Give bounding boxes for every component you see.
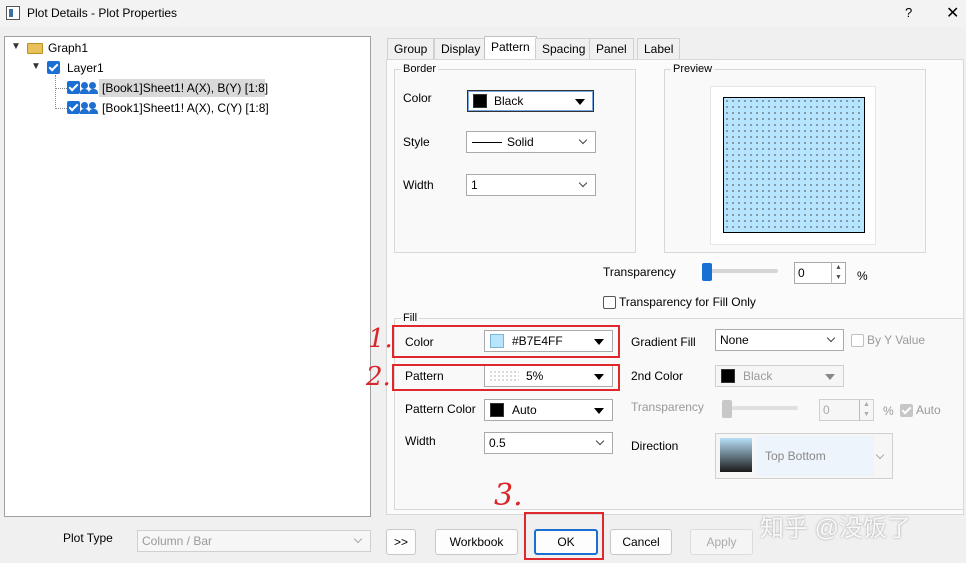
- window-icon: [6, 6, 20, 20]
- plot-group-icon: [80, 82, 99, 94]
- second-color-dropdown[interactable]: Black: [715, 365, 844, 387]
- spin-down-icon[interactable]: ▼: [859, 410, 873, 421]
- gradient-fill-dropdown[interactable]: None: [715, 329, 844, 351]
- tree-item-plot-2[interactable]: [Book1]Sheet1! A(X), C(Y) [1:8]: [102, 101, 269, 115]
- gradient-sample: [720, 438, 752, 472]
- preview-group-label: Preview: [671, 63, 715, 75]
- auto-label: Auto: [916, 403, 941, 417]
- plot-type-label: Plot Type: [63, 531, 113, 545]
- line-style-sample: [472, 142, 502, 143]
- annotation-3: 3.: [494, 478, 523, 513]
- border-color-label: Color: [403, 91, 432, 105]
- plot-checkbox-1[interactable]: [67, 81, 80, 94]
- border-width-dropdown[interactable]: 1: [466, 174, 596, 196]
- watermark: 知乎 @没饭了: [760, 515, 912, 542]
- fill-transparency-spinbox[interactable]: 0 ▲ ▼: [819, 399, 874, 421]
- dropdown-arrow-icon: [575, 99, 585, 105]
- transparency-label: Transparency: [603, 265, 676, 279]
- fill-transparency-slider-thumb[interactable]: [722, 400, 732, 418]
- border-group-label: Border: [401, 63, 439, 75]
- dropdown-arrow-icon: [594, 408, 604, 414]
- tab-panel[interactable]: Panel: [589, 38, 634, 59]
- border-color-dropdown[interactable]: Black: [467, 90, 594, 112]
- tab-label[interactable]: Label: [637, 38, 681, 59]
- apply-button[interactable]: Apply: [690, 529, 753, 555]
- chevron-down-icon[interactable]: ▼: [11, 41, 21, 52]
- help-icon[interactable]: ?: [905, 5, 912, 20]
- fill-only-checkbox[interactable]: [603, 296, 616, 309]
- fill-transparency-label: Transparency: [631, 400, 704, 414]
- ok-button[interactable]: OK: [534, 529, 598, 555]
- border-style-dropdown[interactable]: Solid: [466, 131, 596, 153]
- border-width-label: Width: [403, 178, 434, 192]
- tree-connector: [55, 88, 67, 89]
- plot-tree[interactable]: ▼ Graph1 ▼ Layer1 [Book1]Sheet1! A(X), B…: [4, 36, 371, 517]
- auto-checkbox[interactable]: [900, 404, 913, 417]
- fill-width-label: Width: [405, 434, 436, 448]
- direction-label: Direction: [631, 439, 679, 453]
- tab-display[interactable]: Display: [434, 38, 488, 59]
- tab-spacing[interactable]: Spacing: [535, 38, 593, 59]
- transparency-slider-thumb[interactable]: [702, 263, 712, 281]
- title-bar: Plot Details - Plot Properties ? ✕: [0, 0, 966, 27]
- cancel-button[interactable]: Cancel: [610, 529, 672, 555]
- dropdown-arrow-icon: [825, 374, 835, 380]
- second-color-swatch: [721, 369, 735, 383]
- expand-button[interactable]: >>: [386, 529, 416, 555]
- chevron-down-icon: [826, 333, 836, 343]
- gradient-fill-label: Gradient Fill: [631, 335, 696, 349]
- tree-connector: [55, 108, 67, 109]
- chevron-down-icon: [875, 450, 885, 460]
- tree-item-plot-1[interactable]: [Book1]Sheet1! A(X), B(Y) [1:8]: [102, 81, 268, 95]
- highlight-box-2: [392, 364, 620, 391]
- plot-type-dropdown[interactable]: Column / Bar: [137, 530, 371, 552]
- chevron-down-icon: [353, 534, 363, 544]
- fill-transparency-unit: %: [883, 404, 894, 418]
- fill-group-label: Fill: [401, 312, 420, 324]
- tree-item-graph[interactable]: Graph1: [48, 41, 88, 55]
- layer-checkbox[interactable]: [47, 61, 60, 74]
- pattern-color-label: Pattern Color: [405, 402, 476, 416]
- workbook-button[interactable]: Workbook: [435, 529, 518, 555]
- annotation-2: 2.: [366, 362, 391, 392]
- second-color-label: 2nd Color: [631, 369, 684, 383]
- tree-connector: [55, 75, 56, 109]
- preview-fill-box: [723, 97, 865, 233]
- preview-canvas: [710, 86, 876, 245]
- transparency-slider-track[interactable]: [706, 269, 778, 273]
- transparency-spinbox[interactable]: 0 ▲ ▼: [794, 262, 846, 284]
- by-y-value-label: By Y Value: [867, 333, 926, 347]
- fill-only-label: Transparency for Fill Only: [619, 295, 756, 309]
- fill-width-dropdown[interactable]: 0.5: [484, 432, 613, 454]
- chevron-down-icon: [595, 436, 605, 446]
- window-title: Plot Details - Plot Properties: [27, 6, 178, 20]
- tab-pattern[interactable]: Pattern: [484, 36, 537, 60]
- folder-icon: [27, 43, 43, 54]
- plot-group-icon: [80, 102, 99, 114]
- by-y-value-checkbox[interactable]: [851, 334, 864, 347]
- chevron-down-icon[interactable]: ▼: [31, 61, 41, 72]
- chevron-down-icon: [578, 178, 588, 188]
- pattern-color-swatch: [490, 403, 504, 417]
- plot-checkbox-2[interactable]: [67, 101, 80, 114]
- fill-transparency-slider-track[interactable]: [726, 406, 798, 410]
- tab-group[interactable]: Group: [387, 38, 435, 59]
- transparency-unit: %: [857, 269, 868, 283]
- direction-dropdown[interactable]: Top Bottom: [715, 433, 893, 479]
- annotation-1: 1.: [368, 324, 393, 354]
- highlight-box-1: [392, 325, 620, 358]
- tree-item-layer[interactable]: Layer1: [67, 61, 104, 75]
- border-style-label: Style: [403, 135, 430, 149]
- close-icon[interactable]: ✕: [946, 3, 959, 23]
- border-color-swatch: [473, 94, 487, 108]
- spin-down-icon[interactable]: ▼: [831, 273, 845, 284]
- pattern-color-dropdown[interactable]: Auto: [484, 399, 613, 421]
- chevron-down-icon: [578, 135, 588, 145]
